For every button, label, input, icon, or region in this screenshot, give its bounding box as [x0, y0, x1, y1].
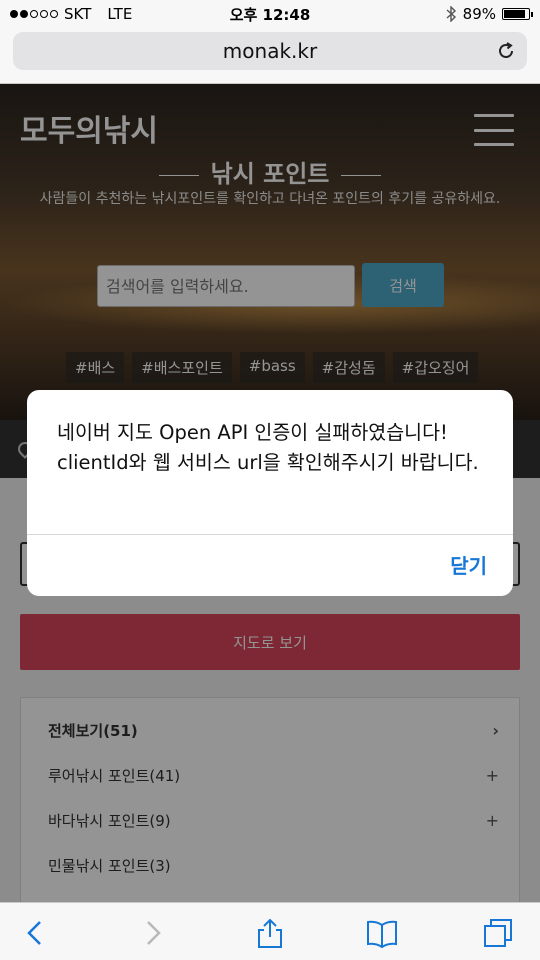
battery-icon	[502, 8, 533, 20]
status-bar: SKT LTE 오후 12:48 89%	[0, 0, 540, 28]
network-label: LTE	[107, 5, 133, 23]
alert-message: 네이버 지도 Open API 인증이 실패하였습니다! clientId와 웹…	[57, 421, 479, 474]
clock: 오후 12:48	[229, 5, 311, 24]
signal-strength-icon	[10, 10, 58, 18]
address-bar[interactable]: monak.kr	[13, 32, 527, 70]
browser-toolbar	[0, 902, 540, 960]
carrier-label: SKT	[64, 5, 92, 23]
reload-icon[interactable]	[495, 40, 517, 62]
forward-icon[interactable]	[136, 917, 168, 949]
browser-top-chrome: SKT LTE 오후 12:48 89% monak.kr	[0, 0, 540, 84]
alert-divider	[27, 534, 513, 535]
battery-level	[504, 10, 526, 18]
url-text: monak.kr	[222, 39, 318, 63]
battery-percent: 89%	[462, 5, 496, 23]
bluetooth-icon	[446, 6, 456, 22]
bookmarks-icon[interactable]	[366, 917, 398, 949]
back-icon[interactable]	[20, 917, 52, 949]
alert-dialog: 네이버 지도 Open API 인증이 실패하였습니다! clientId와 웹…	[27, 390, 513, 596]
share-icon[interactable]	[254, 917, 286, 949]
alert-close-button[interactable]: 닫기	[450, 550, 487, 579]
tabs-icon[interactable]	[482, 917, 514, 949]
